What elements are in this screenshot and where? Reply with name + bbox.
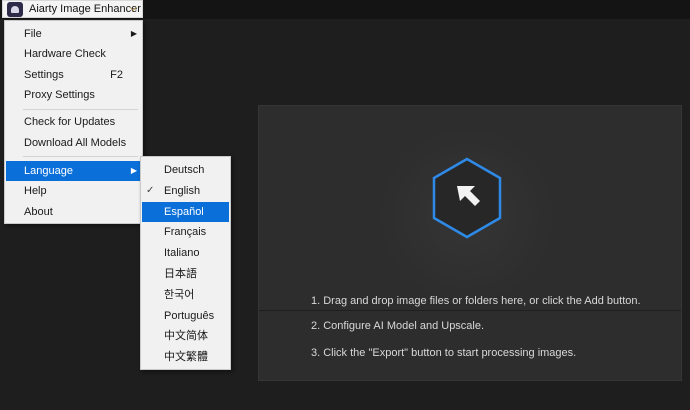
menu-separator bbox=[23, 156, 138, 157]
menu-item-check-updates[interactable]: Check for Updates bbox=[6, 112, 141, 132]
language-option-label: 中文繁體 bbox=[164, 351, 208, 364]
menu-item-download-models[interactable]: Download All Models bbox=[6, 133, 141, 153]
instruction-step-2: 2. Configure AI Model and Upscale. bbox=[311, 320, 485, 332]
submenu-arrow-icon: ▶ bbox=[130, 166, 137, 175]
app-menu-button[interactable]: Aiarty Image Enhancer ⌵ bbox=[2, 0, 143, 18]
language-option-label: 한국어 bbox=[164, 288, 195, 301]
menu-item-settings[interactable]: Settings F2 bbox=[6, 65, 141, 85]
menu-item-language[interactable]: Language ▶ bbox=[6, 161, 141, 181]
menu-item-label: File bbox=[24, 28, 42, 40]
menu-item-file[interactable]: File ▶ bbox=[6, 24, 141, 44]
menu-item-label: Check for Updates bbox=[24, 116, 116, 128]
shortcut-label: F2 bbox=[110, 69, 123, 81]
language-option-label: Français bbox=[164, 226, 207, 239]
submenu-arrow-icon: ▶ bbox=[130, 29, 137, 38]
chevron-down-icon: ⌵ bbox=[129, 3, 137, 14]
language-option-korean[interactable]: 한국어 bbox=[142, 285, 229, 305]
add-files-hexagon-icon[interactable] bbox=[431, 156, 503, 240]
menu-item-proxy-settings[interactable]: Proxy Settings bbox=[6, 85, 141, 105]
checkmark-icon: ✓ bbox=[146, 184, 155, 196]
language-option-portugues[interactable]: Português bbox=[142, 306, 229, 326]
language-option-label: Português bbox=[164, 309, 215, 322]
menu-item-label: Help bbox=[24, 185, 47, 197]
menu-item-label: Settings bbox=[24, 69, 64, 81]
language-option-chinese-traditional[interactable]: 中文繁體 bbox=[142, 347, 229, 367]
menu-item-label: About bbox=[24, 206, 53, 218]
drop-area[interactable]: 1. Drag and drop image files or folders … bbox=[258, 105, 682, 381]
menu-separator bbox=[23, 109, 138, 110]
app-dropdown-menu: File ▶ Hardware Check Settings F2 Proxy … bbox=[4, 20, 143, 224]
menu-item-label: Download All Models bbox=[24, 137, 127, 149]
menu-item-about[interactable]: About bbox=[6, 202, 141, 222]
language-option-deutsch[interactable]: Deutsch bbox=[142, 160, 229, 180]
menu-item-label: Proxy Settings bbox=[24, 89, 95, 101]
menu-item-hardware-check[interactable]: Hardware Check bbox=[6, 44, 141, 64]
language-option-chinese-simplified[interactable]: 中文简体 bbox=[142, 326, 229, 346]
language-option-label: Italiano bbox=[164, 247, 200, 260]
menu-item-label: Hardware Check bbox=[24, 48, 106, 60]
app-title: Aiarty Image Enhancer bbox=[29, 3, 141, 15]
drop-area-divider bbox=[259, 310, 681, 311]
language-option-italiano[interactable]: Italiano bbox=[142, 243, 229, 263]
language-option-espanol[interactable]: Español bbox=[142, 201, 229, 222]
language-option-label: 中文简体 bbox=[164, 330, 208, 343]
language-submenu: Deutsch ✓ English Español Français Italiano 日本… bbox=[140, 156, 231, 370]
language-option-label: Español bbox=[164, 205, 204, 218]
language-option-japanese[interactable]: 日本語 bbox=[142, 264, 229, 284]
language-option-francais[interactable]: Français bbox=[142, 222, 229, 242]
language-option-label: Deutsch bbox=[164, 164, 205, 176]
menu-item-help[interactable]: Help bbox=[6, 181, 141, 201]
app-logo-icon bbox=[7, 2, 23, 17]
language-option-label: 日本語 bbox=[164, 268, 197, 280]
language-option-label: English bbox=[164, 184, 201, 197]
instruction-step-1: 1. Drag and drop image files or folders … bbox=[311, 295, 641, 307]
menu-item-label: Language bbox=[24, 165, 73, 177]
instruction-step-3: 3. Click the "Export" button to start pr… bbox=[311, 347, 577, 359]
language-option-english[interactable]: ✓ English bbox=[142, 181, 229, 201]
